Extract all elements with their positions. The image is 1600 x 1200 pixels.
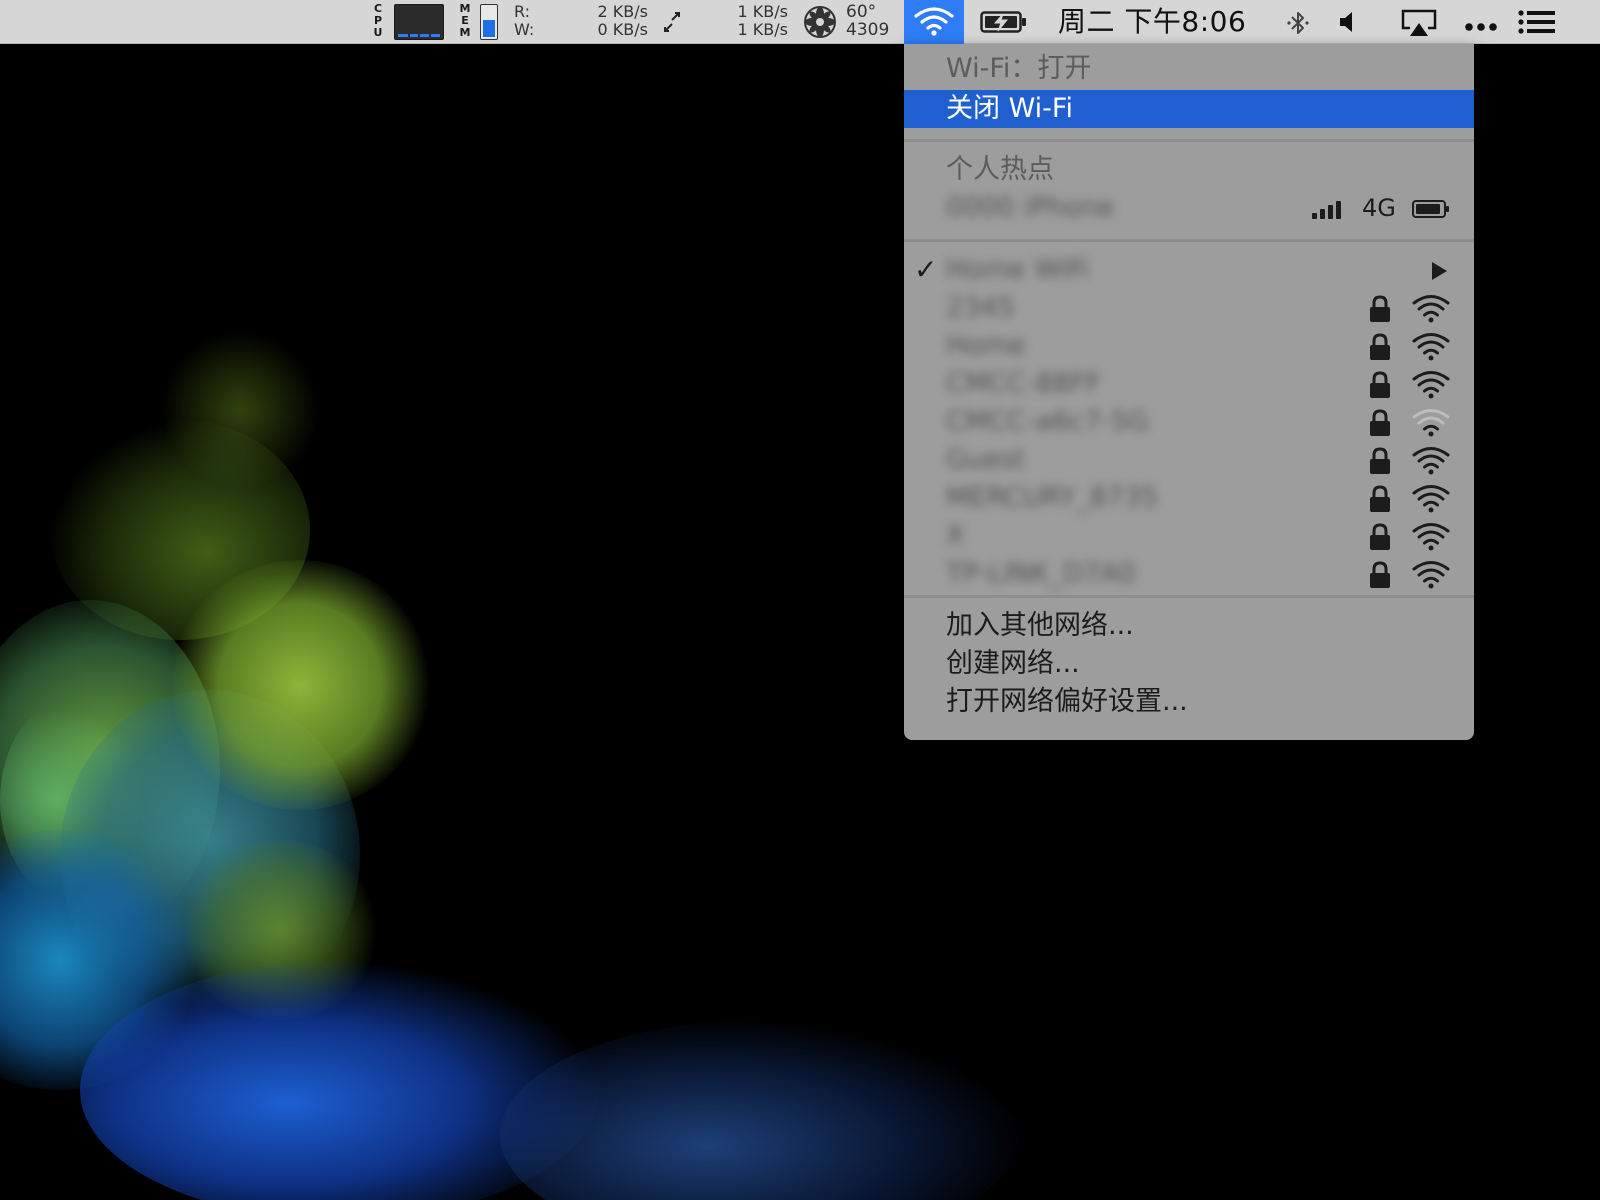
menu-separator <box>904 139 1474 142</box>
wifi-signal-icon <box>1412 333 1450 361</box>
hotspot-network-type: 4G <box>1362 194 1396 222</box>
wifi-status-button[interactable] <box>904 0 964 44</box>
open-network-preferences-label: 打开网络偏好设置... <box>946 686 1188 717</box>
lock-icon <box>1370 561 1390 588</box>
fan-rpm-value: 4309 <box>846 20 890 40</box>
network-item[interactable]: CMCC-a6c7-5G <box>904 403 1474 441</box>
create-network-item[interactable]: 创建网络... <box>904 645 1474 683</box>
wifi-status-item: Wi-Fi：打开 <box>904 50 1474 88</box>
bluetooth-icon[interactable] <box>1286 10 1310 36</box>
network-item[interactable]: X <box>904 517 1474 555</box>
hotspot-device-item[interactable]: 0000 iPhone 4G <box>904 189 1474 227</box>
current-network-item[interactable]: ✓ Home WiFi <box>904 251 1474 289</box>
lock-icon <box>1370 295 1390 322</box>
volume-icon[interactable] <box>1337 10 1361 34</box>
disk-write-label: W: <box>514 20 535 39</box>
network-name: X <box>946 520 965 551</box>
menu-bar: CPU MEM R: W: 2 KB/s 0 KB/s 1 KB/s 1 KB/… <box>0 0 1600 44</box>
wallpaper-cloud <box>160 330 320 490</box>
network-name: CMCC-88FF <box>946 368 1102 399</box>
wifi-signal-icon <box>1412 523 1450 551</box>
wifi-signal-icon <box>1412 409 1450 437</box>
lock-icon <box>1370 485 1390 512</box>
network-item[interactable]: Home <box>904 327 1474 365</box>
turn-wifi-off-label: 关闭 Wi-Fi <box>946 93 1073 124</box>
create-network-label: 创建网络... <box>946 648 1080 679</box>
clock[interactable]: 周二 下午8:06 <box>1058 0 1246 44</box>
notification-center-icon[interactable] <box>1518 9 1556 35</box>
network-item[interactable]: Guest <box>904 441 1474 479</box>
lock-icon <box>1370 333 1390 360</box>
temperature-value: 60° <box>846 2 877 22</box>
wifi-signal-icon <box>1412 561 1450 589</box>
network-item[interactable]: TP-LINK_D7A0 <box>904 555 1474 593</box>
network-name: MERCURY_8735 <box>946 482 1159 513</box>
disk-write-value: 0 KB/s <box>597 20 648 39</box>
wifi-dropdown-menu: Wi-Fi：打开 关闭 Wi-Fi 个人热点 0000 iPhone 4G ✓ … <box>904 44 1474 740</box>
wifi-signal-icon <box>1412 485 1450 513</box>
lock-icon <box>1370 409 1390 436</box>
disk-activity-labels: R: W: <box>514 3 534 47</box>
disk-activity[interactable]: 2 KB/s 0 KB/s <box>560 3 648 47</box>
lock-icon <box>1370 447 1390 474</box>
lock-icon <box>1370 523 1390 550</box>
network-activity[interactable]: 1 KB/s 1 KB/s <box>700 3 788 47</box>
wifi-status-label: Wi-Fi：打开 <box>946 53 1092 84</box>
open-network-preferences-item[interactable]: 打开网络偏好设置... <box>904 683 1474 721</box>
wifi-signal-icon <box>1412 295 1450 323</box>
wifi-signal-icon <box>1412 447 1450 475</box>
join-other-network-item[interactable]: 加入其他网络... <box>904 607 1474 645</box>
submenu-arrow-icon <box>1432 262 1447 280</box>
wifi-signal-icon <box>1412 371 1450 399</box>
cpu-label: CPU <box>373 2 383 39</box>
current-network-name: Home WiFi <box>946 254 1089 285</box>
net-upload-value: 1 KB/s <box>737 2 788 21</box>
cpu-graph[interactable] <box>394 4 444 40</box>
hotspot-battery-icon <box>1412 200 1449 218</box>
battery-charging-icon[interactable] <box>980 10 1028 34</box>
network-name: TP-LINK_D7A0 <box>946 558 1136 589</box>
memory-gauge[interactable] <box>480 4 498 40</box>
menu-separator <box>904 239 1474 242</box>
network-item[interactable]: CMCC-88FF <box>904 365 1474 403</box>
menu-separator <box>904 595 1474 598</box>
airplay-icon[interactable] <box>1400 8 1438 38</box>
disk-read-value: 2 KB/s <box>597 2 648 21</box>
hotspot-header-label: 个人热点 <box>946 154 1054 185</box>
network-item[interactable]: MERCURY_8735 <box>904 479 1474 517</box>
disk-read-label: R: <box>514 2 531 21</box>
network-name: Home <box>946 330 1026 361</box>
sensor-readout[interactable]: 60° 4309 <box>846 3 889 47</box>
more-icon[interactable] <box>1464 17 1498 31</box>
network-item[interactable]: 2345 <box>904 289 1474 327</box>
wallpaper-cloud <box>170 560 430 810</box>
join-other-network-label: 加入其他网络... <box>946 610 1134 641</box>
fan-icon[interactable] <box>803 5 837 39</box>
hotspot-header: 个人热点 <box>904 151 1474 189</box>
net-download-value: 1 KB/s <box>737 20 788 39</box>
turn-wifi-off-item[interactable]: 关闭 Wi-Fi <box>904 90 1474 128</box>
network-name: CMCC-a6c7-5G <box>946 406 1150 437</box>
checkmark-icon: ✓ <box>914 253 938 286</box>
network-name: Guest <box>946 444 1026 475</box>
network-name: 2345 <box>946 292 1015 323</box>
mem-label: MEM <box>459 2 471 39</box>
memory-gauge-fill <box>483 20 495 37</box>
wifi-icon <box>914 7 954 36</box>
cellular-signal-icon <box>1312 201 1341 219</box>
hotspot-device-name: 0000 iPhone <box>946 192 1115 223</box>
lock-icon <box>1370 371 1390 398</box>
network-arrows-icon <box>662 10 682 34</box>
